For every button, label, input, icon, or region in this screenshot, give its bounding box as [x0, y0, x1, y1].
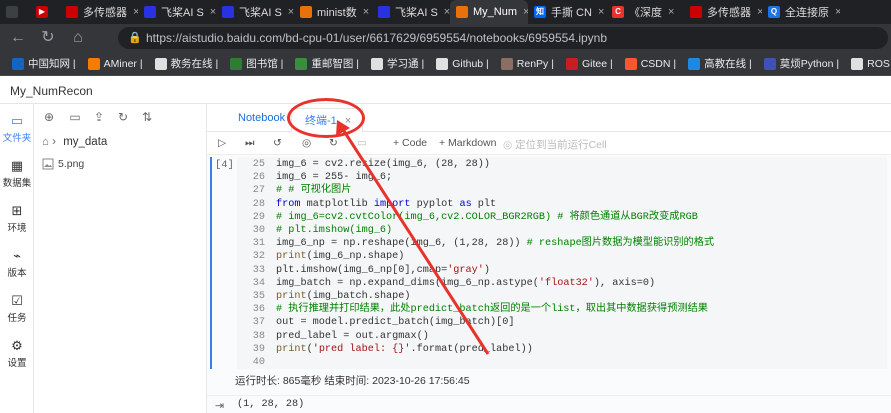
- red-annotation-arrow: [336, 120, 490, 355]
